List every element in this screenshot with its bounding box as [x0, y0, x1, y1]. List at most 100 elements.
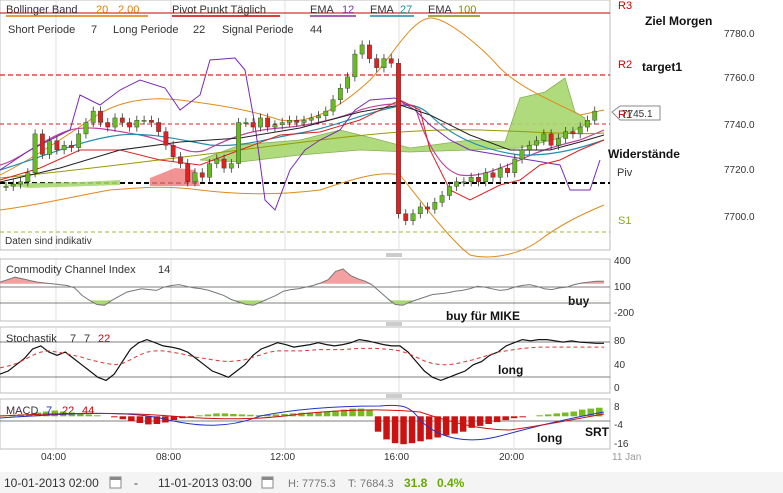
legend-long-periode: Long Periode	[113, 24, 178, 36]
y-tick-7740: 7740.0	[724, 120, 755, 131]
cci-title: Commodity Channel Index	[6, 264, 136, 276]
macd-bar	[545, 414, 552, 417]
footer-change: 31.8	[404, 476, 428, 490]
macd-p3: 44	[82, 405, 94, 417]
candle	[141, 120, 147, 122]
legend-ema12-p: 12	[342, 4, 354, 16]
candle	[105, 122, 111, 128]
macd-title: MACD	[6, 405, 38, 417]
candle	[25, 172, 31, 183]
candle	[417, 206, 423, 214]
candle	[555, 138, 561, 146]
candle	[3, 186, 9, 188]
candle	[214, 158, 220, 164]
macd-bar	[94, 415, 101, 417]
candle	[54, 140, 60, 151]
y-tick-7780: 7780.0	[724, 29, 755, 40]
candle	[272, 124, 278, 128]
candle	[403, 213, 409, 221]
candle	[454, 181, 460, 187]
candle	[483, 172, 489, 183]
candle	[476, 177, 481, 183]
footer-separator: -	[134, 476, 138, 490]
candle	[279, 122, 285, 125]
macd-bar	[408, 416, 416, 444]
footer-low-value: 7684.3	[360, 478, 394, 490]
macd-bar	[196, 415, 203, 417]
candle	[83, 122, 89, 135]
candle	[39, 133, 45, 155]
candle	[301, 120, 307, 123]
candle	[10, 183, 16, 187]
candle	[148, 120, 154, 123]
candle	[512, 158, 518, 173]
candle	[192, 172, 198, 183]
macd-bar	[128, 416, 135, 422]
footer-to-date: 11-01-2013 03:00	[158, 476, 252, 490]
candle	[468, 177, 474, 183]
macd-bar	[247, 414, 254, 417]
x-tick-11jan: 11 Jan	[612, 452, 641, 463]
candle	[330, 99, 336, 112]
x-tick-1200: 12:00	[270, 452, 295, 463]
candle	[316, 115, 321, 119]
candle	[156, 122, 162, 132]
x-tick-0800: 08:00	[156, 452, 181, 463]
candle	[250, 122, 256, 128]
candle	[32, 133, 38, 173]
annotation-ziel-morgen: Ziel Morgen	[645, 14, 712, 28]
legend-short-periode: Short Periode	[8, 24, 75, 36]
candle	[534, 140, 539, 146]
legend-bollinger-name: Bollinger Band	[6, 4, 78, 16]
macd-bar	[562, 412, 569, 417]
legend-ema27-name: EMA	[370, 4, 395, 16]
macd-bar	[204, 414, 212, 417]
candle	[425, 206, 430, 210]
candle	[221, 158, 227, 169]
annotation-widerstaende: Widerstände	[608, 147, 680, 161]
macd-tick-neg4: -4	[614, 420, 623, 431]
macd-bar	[111, 416, 118, 418]
y-tick-7760: 7760.0	[724, 73, 755, 84]
candle	[505, 167, 510, 173]
stoch-tick-40: 40	[614, 360, 626, 371]
candle	[577, 126, 583, 135]
stoch-p1: 7	[70, 333, 76, 345]
stoch-tick-0: 0	[614, 383, 620, 394]
stoch-p3: 22	[98, 333, 110, 345]
candle	[127, 122, 132, 128]
pivot-r1-label: R1	[618, 109, 632, 121]
macd-bar	[221, 413, 229, 417]
candle	[548, 133, 554, 146]
candle	[592, 110, 598, 121]
macd-p2: 22	[62, 405, 74, 417]
candle	[410, 213, 416, 221]
macd-bar	[238, 414, 246, 417]
macd-bar	[570, 411, 577, 417]
candle	[396, 62, 401, 214]
calendar-icon-from[interactable]	[109, 476, 122, 489]
macd-bar	[434, 416, 441, 438]
macd-bar	[366, 409, 373, 417]
calendar-icon-to[interactable]	[261, 476, 274, 489]
footer-high-value: 7775.3	[302, 478, 336, 490]
candle	[112, 117, 118, 128]
chart-surface: 7745.1 7780.0 7760.0 7740.0 7720.0 7700.…	[0, 0, 783, 493]
candle	[236, 122, 241, 164]
candle	[61, 145, 67, 151]
legend-pivot-name: Pivot Punkt Täglich	[172, 4, 266, 16]
cci-tick-neg200: -200	[614, 308, 634, 319]
candle	[497, 167, 503, 178]
candle	[69, 145, 74, 148]
candle	[207, 163, 212, 178]
macd-bar	[213, 413, 220, 417]
legend-long-value: 22	[193, 24, 205, 36]
candle	[563, 131, 569, 139]
annotation-buy: buy	[568, 294, 590, 308]
candle	[76, 133, 82, 148]
candle	[323, 110, 329, 116]
pivot-r3-label: R3	[618, 0, 632, 12]
macd-bar	[485, 416, 492, 424]
disclaimer-text: Daten sind indikativ	[5, 236, 92, 247]
candle	[367, 44, 372, 59]
